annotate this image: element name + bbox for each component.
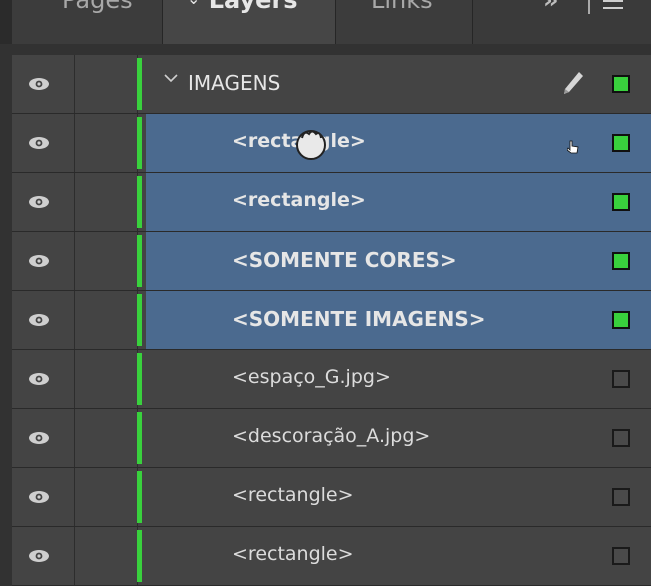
selection-marker-square[interactable] <box>612 547 630 565</box>
chevron-down-icon[interactable] <box>164 73 178 83</box>
layer-color-bar <box>137 235 142 287</box>
row-content[interactable]: <rectangle> <box>146 527 651 585</box>
layer-item-row[interactable]: <SOMENTE CORES> <box>12 232 651 291</box>
layers-panel: IMAGENS <rectangle> <rectangle> <box>12 55 651 586</box>
pointer-cursor-icon <box>567 140 579 154</box>
eye-icon <box>29 314 49 326</box>
layer-item-row[interactable]: <rectangle> <box>12 173 651 232</box>
grab-hand-cursor-icon <box>296 130 326 160</box>
eye-icon <box>29 78 49 90</box>
visibility-toggle[interactable] <box>12 527 75 585</box>
eye-icon <box>29 432 49 444</box>
selection-marker-square[interactable] <box>612 75 630 93</box>
selection-marker-square[interactable] <box>612 252 630 270</box>
divider <box>588 0 590 14</box>
item-name: <espaço_G.jpg> <box>232 366 391 388</box>
item-name: <rectangle> <box>232 484 354 506</box>
item-name: <SOMENTE IMAGENS> <box>232 307 486 331</box>
eye-icon <box>29 137 49 149</box>
row-content[interactable]: IMAGENS <box>146 55 651 113</box>
visibility-toggle[interactable] <box>12 291 75 349</box>
item-name: <rectangle> <box>232 189 366 211</box>
selection-marker-square[interactable] <box>612 370 630 388</box>
item-name: <rectangle> <box>232 543 354 565</box>
more-panels-icon[interactable]: » <box>543 0 559 14</box>
eye-icon <box>29 491 49 503</box>
lock-toggle[interactable] <box>75 350 138 408</box>
visibility-toggle[interactable] <box>12 55 75 113</box>
selection-marker-square[interactable] <box>612 193 630 211</box>
layer-item-row[interactable]: <descoração_A.jpg> <box>12 409 651 468</box>
tab-layers-label: ⌄ Layers <box>187 0 298 14</box>
visibility-toggle[interactable] <box>12 114 75 172</box>
eye-icon <box>29 196 49 208</box>
pen-icon[interactable] <box>562 71 584 95</box>
item-name: <SOMENTE CORES> <box>232 248 457 272</box>
selection-marker-square[interactable] <box>612 429 630 447</box>
panel-menu-icon[interactable] <box>603 0 623 14</box>
eye-icon <box>29 255 49 267</box>
item-name: <descoração_A.jpg> <box>232 425 431 447</box>
layer-row-imagens[interactable]: IMAGENS <box>12 55 651 114</box>
tab-layers-chevron-icon: ⌄ <box>187 0 200 8</box>
tab-layers-text: Layers <box>208 0 298 14</box>
visibility-toggle[interactable] <box>12 173 75 231</box>
visibility-toggle[interactable] <box>12 468 75 526</box>
layer-item-row[interactable]: <espaço_G.jpg> <box>12 350 651 409</box>
tab-links[interactable]: Links <box>336 0 473 44</box>
selection-marker-square[interactable] <box>612 488 630 506</box>
lock-toggle[interactable] <box>75 114 138 172</box>
layer-item-row[interactable]: <SOMENTE IMAGENS> <box>12 291 651 350</box>
row-content[interactable]: <rectangle> <box>146 173 651 231</box>
lock-toggle[interactable] <box>75 232 138 290</box>
tab-links-label: Links <box>371 0 433 14</box>
row-content[interactable]: <rectangle> <box>146 114 651 172</box>
tab-pages-label: Pages <box>62 0 133 14</box>
eye-icon <box>29 550 49 562</box>
layer-item-row[interactable]: <rectangle> <box>12 468 651 527</box>
layer-color-bar <box>137 176 142 228</box>
lock-toggle[interactable] <box>75 55 138 113</box>
lock-toggle[interactable] <box>75 527 138 585</box>
visibility-toggle[interactable] <box>12 409 75 467</box>
layer-color-bar <box>137 117 142 169</box>
selection-marker-square[interactable] <box>612 134 630 152</box>
layer-item-row[interactable]: <rectangle> <box>12 527 651 586</box>
lock-toggle[interactable] <box>75 468 138 526</box>
lock-toggle[interactable] <box>75 291 138 349</box>
layer-color-bar <box>137 353 142 405</box>
eye-icon <box>29 373 49 385</box>
layer-color-bar <box>137 530 142 582</box>
tab-layers[interactable]: ⌄ Layers <box>163 0 336 44</box>
layer-color-bar <box>137 58 142 110</box>
row-content[interactable]: <descoração_A.jpg> <box>146 409 651 467</box>
selection-marker-square[interactable] <box>612 311 630 329</box>
row-content[interactable]: <SOMENTE IMAGENS> <box>146 291 651 349</box>
lock-toggle[interactable] <box>75 409 138 467</box>
lock-toggle[interactable] <box>75 173 138 231</box>
layer-name: IMAGENS <box>188 71 281 95</box>
layer-color-bar <box>137 294 142 346</box>
layer-color-bar <box>137 471 142 523</box>
row-content[interactable]: <espaço_G.jpg> <box>146 350 651 408</box>
tab-pages[interactable]: Pages <box>12 0 163 44</box>
layer-color-bar <box>137 412 142 464</box>
tab-bar-overflow: » <box>473 0 651 44</box>
row-content[interactable]: <SOMENTE CORES> <box>146 232 651 290</box>
visibility-toggle[interactable] <box>12 350 75 408</box>
row-content[interactable]: <rectangle> <box>146 468 651 526</box>
panel-tab-bar: Pages ⌄ Layers Links » <box>0 0 651 44</box>
layer-item-row[interactable]: <rectangle> <box>12 114 651 173</box>
visibility-toggle[interactable] <box>12 232 75 290</box>
